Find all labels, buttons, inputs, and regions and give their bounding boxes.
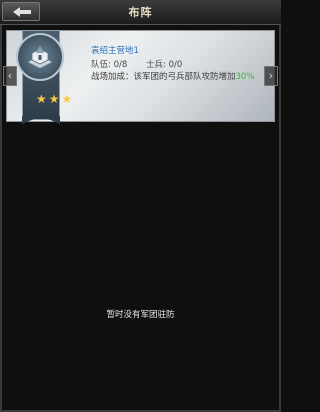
bonus-value: 30 xyxy=(235,72,247,82)
chevron-right-icon: › xyxy=(268,69,274,82)
camp-name: 袁绍主营地1 xyxy=(91,46,139,56)
camp-emblem-icon xyxy=(16,33,64,81)
camp-star-rating: ★ ★ ★ xyxy=(36,93,84,105)
star-icon: ★ xyxy=(61,92,73,106)
troops-stat: 队伍: 0/8 xyxy=(91,58,127,70)
soldiers-label: 士兵: xyxy=(146,60,166,70)
page-title: 布阵 xyxy=(128,6,153,19)
troops-value: 0/8 xyxy=(113,60,128,70)
chevron-left-icon: ‹ xyxy=(7,69,13,82)
top-bar: 布阵 xyxy=(0,0,281,25)
battle-bonus-text: 战场加成：该军团的弓兵部队攻防增加30% xyxy=(91,72,267,83)
prev-camp-button[interactable]: ‹ xyxy=(3,66,17,86)
empty-garrison-message: 暂时没有军团驻防 xyxy=(106,310,175,320)
star-icon: ★ xyxy=(48,92,60,106)
bonus-percent-sign: % xyxy=(246,72,255,82)
troops-label: 队伍: xyxy=(91,60,111,70)
star-icon: ★ xyxy=(36,92,47,106)
soldiers-stat: 士兵: 0/0 xyxy=(146,58,182,70)
soldiers-value: 0/0 xyxy=(168,60,183,70)
next-camp-button[interactable]: › xyxy=(264,66,278,86)
camp-banner-tail xyxy=(22,116,60,124)
bonus-description: 战场加成：该军团的弓兵部队攻防增加 xyxy=(91,72,236,82)
